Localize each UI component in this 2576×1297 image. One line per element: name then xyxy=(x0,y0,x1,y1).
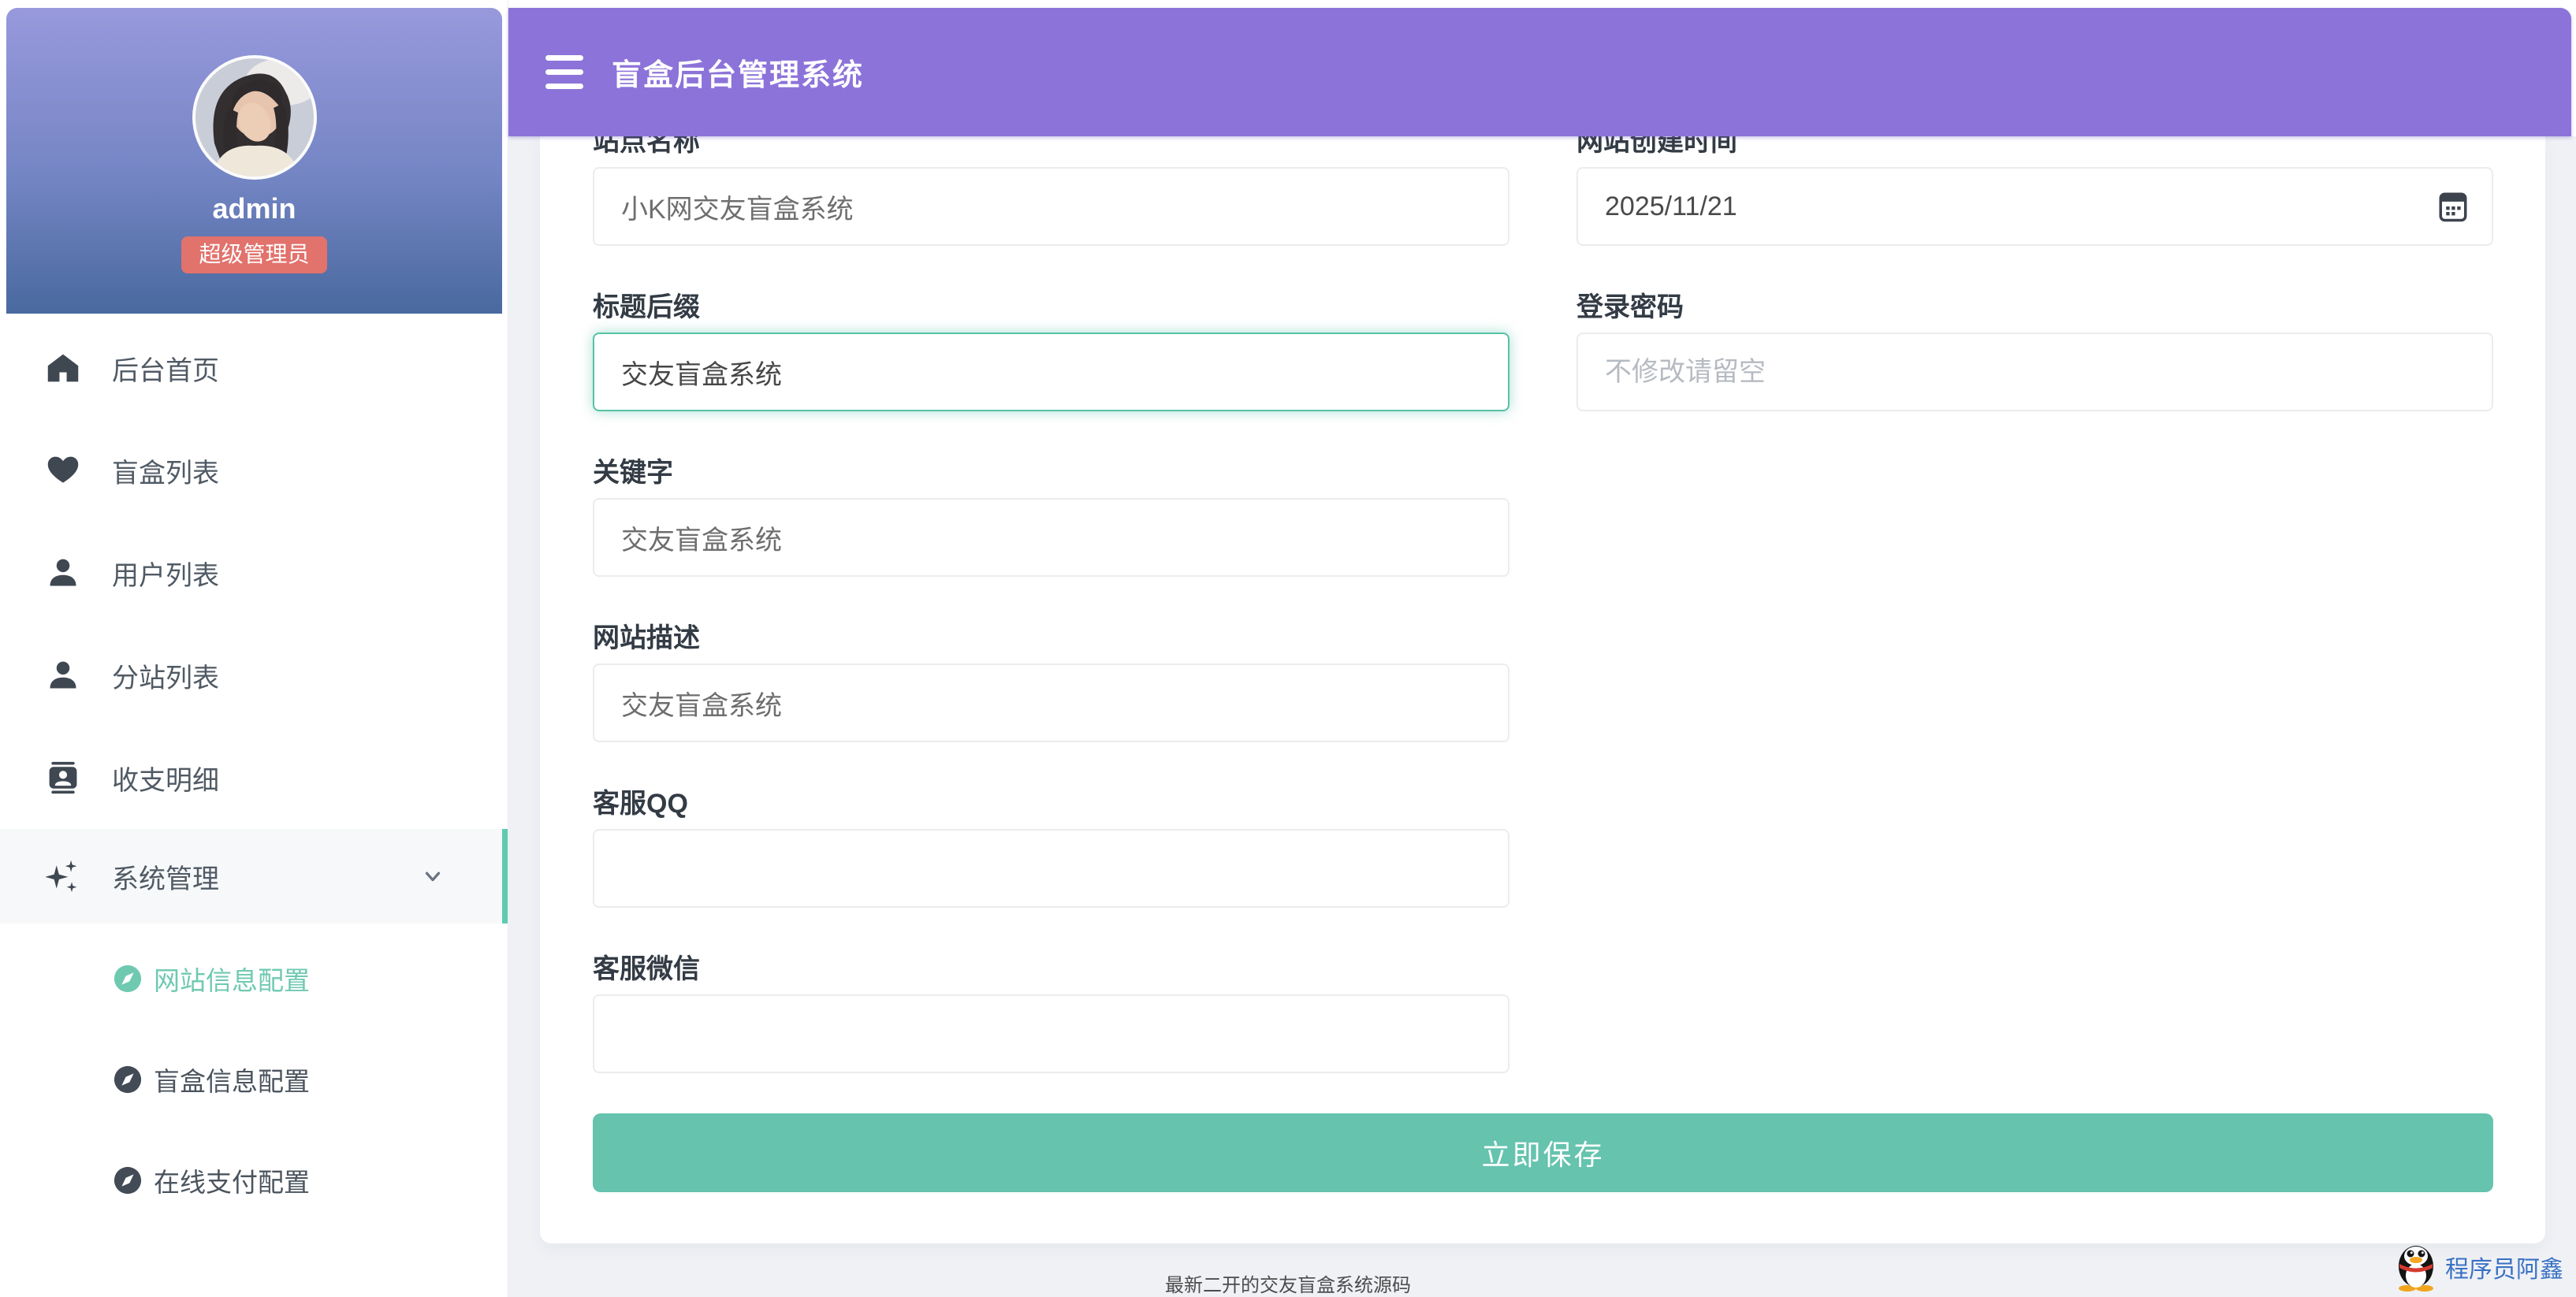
login-password-input[interactable] xyxy=(1576,333,2493,411)
field-site-created-date: 网站创建时间 2025/11/21 xyxy=(1576,126,2493,246)
role-badge: 超级管理员 xyxy=(181,236,326,273)
submenu-item-online-payment-config[interactable]: 在线支付配置 xyxy=(0,1130,508,1231)
submenu-item-label: 网站信息配置 xyxy=(154,960,310,998)
sidebar-item-substation-list[interactable]: 分站列表 xyxy=(0,624,508,727)
avatar[interactable] xyxy=(192,55,317,180)
sidebar-item-blindbox-list[interactable]: 盲盒列表 xyxy=(0,419,508,522)
field-label: 客服QQ xyxy=(593,788,1509,819)
field-service-wechat: 客服微信 xyxy=(593,953,1509,1073)
sidebar-item-dashboard[interactable]: 后台首页 xyxy=(0,317,508,419)
username: admin xyxy=(212,192,296,225)
compass-icon xyxy=(113,964,143,994)
qq-contact-widget[interactable]: 程序员阿鑫 xyxy=(2393,1243,2563,1291)
field-service-qq: 客服QQ xyxy=(593,788,1509,908)
save-button[interactable]: 立即保存 xyxy=(593,1113,2493,1192)
main-content: 站点名称 标题后缀 关键字 网站描述 客服QQ xyxy=(508,136,2576,1297)
title-suffix-input[interactable] xyxy=(593,333,1509,411)
home-icon xyxy=(46,351,80,385)
app-title: 盲盒后台管理系统 xyxy=(612,50,864,94)
calendar-icon xyxy=(2436,189,2470,224)
keywords-input[interactable] xyxy=(593,498,1509,577)
chevron-down-icon xyxy=(421,864,445,888)
form-column-left: 站点名称 标题后缀 关键字 网站描述 客服QQ xyxy=(593,136,1509,1119)
user-icon xyxy=(46,658,80,693)
field-keywords: 关键字 xyxy=(593,457,1509,577)
submenu-item-site-info-config[interactable]: 网站信息配置 xyxy=(0,928,508,1029)
form-column-right: 网站创建时间 2025/11/21 xyxy=(1576,136,2493,457)
field-login-password: 登录密码 xyxy=(1576,292,2493,411)
sidebar-item-transactions[interactable]: 收支明细 xyxy=(0,727,508,829)
contact-card-icon xyxy=(46,760,80,795)
site-description-input[interactable] xyxy=(593,663,1509,742)
field-site-description: 网站描述 xyxy=(593,622,1509,742)
sidebar: admin 超级管理员 后台首页 盲盒列表 用户列表 xyxy=(0,0,508,1297)
site-created-date-picker[interactable]: 2025/11/21 xyxy=(1576,167,2493,246)
heart-icon xyxy=(46,453,80,488)
profile-card: admin 超级管理员 xyxy=(6,8,502,314)
field-label: 标题后缀 xyxy=(593,292,1509,323)
system-management-submenu: 网站信息配置 盲盒信息配置 在线支付配置 xyxy=(0,924,508,1231)
sidebar-item-label: 收支明细 xyxy=(112,759,219,797)
footer-note: 最新二开的交友盲盒系统源码 xyxy=(1165,1269,1411,1297)
field-label: 网站描述 xyxy=(593,622,1509,654)
sidebar-item-label: 后台首页 xyxy=(112,349,219,388)
settings-form-card: 站点名称 标题后缀 关键字 网站描述 客服QQ xyxy=(540,136,2545,1243)
sparkles-icon xyxy=(46,859,80,894)
qq-penguin-icon xyxy=(2393,1243,2439,1291)
sidebar-item-label: 分站列表 xyxy=(112,656,219,695)
sidebar-item-system-management[interactable]: 系统管理 xyxy=(0,829,508,924)
field-site-name: 站点名称 xyxy=(593,126,1509,246)
submenu-item-label: 在线支付配置 xyxy=(154,1161,310,1199)
service-wechat-input[interactable] xyxy=(593,994,1509,1073)
app-header: 盲盒后台管理系统 xyxy=(508,8,2571,136)
sidebar-menu: 后台首页 盲盒列表 用户列表 分站列表 xyxy=(0,314,508,1231)
menu-toggle-icon[interactable] xyxy=(545,55,583,89)
field-label: 登录密码 xyxy=(1576,292,2493,323)
compass-icon xyxy=(113,1165,143,1195)
service-qq-input[interactable] xyxy=(593,829,1509,908)
sidebar-item-label: 用户列表 xyxy=(112,554,219,593)
field-title-suffix: 标题后缀 xyxy=(593,292,1509,411)
field-label: 客服微信 xyxy=(593,953,1509,985)
sidebar-item-label: 盲盒列表 xyxy=(112,452,219,490)
sidebar-item-label: 系统管理 xyxy=(112,857,219,896)
qq-contact-label: 程序员阿鑫 xyxy=(2445,1250,2563,1284)
site-name-input[interactable] xyxy=(593,167,1509,246)
submenu-item-label: 盲盒信息配置 xyxy=(154,1061,310,1098)
compass-icon xyxy=(113,1065,143,1094)
submenu-item-blindbox-info-config[interactable]: 盲盒信息配置 xyxy=(0,1029,508,1130)
page: admin 超级管理员 后台首页 盲盒列表 用户列表 xyxy=(0,0,2576,1297)
field-label: 关键字 xyxy=(593,457,1509,489)
sidebar-item-user-list[interactable]: 用户列表 xyxy=(0,522,508,624)
user-icon xyxy=(46,556,80,590)
date-value: 2025/11/21 xyxy=(1605,191,1737,222)
